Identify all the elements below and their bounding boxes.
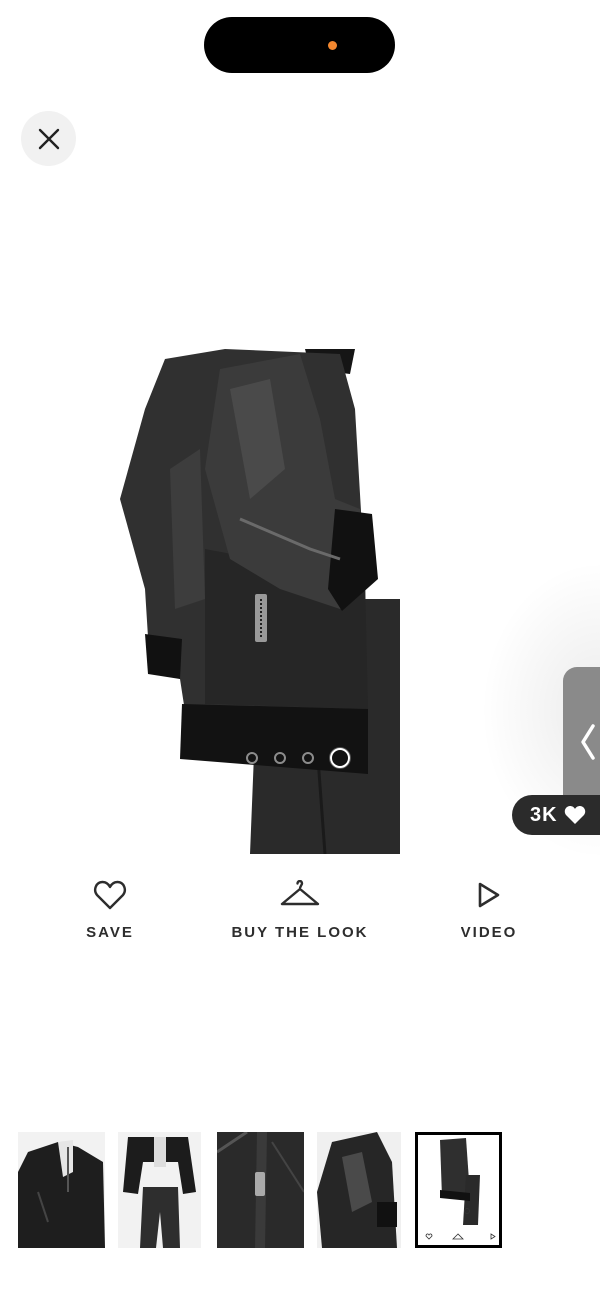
play-icon (478, 882, 500, 908)
save-button[interactable]: SAVE (82, 880, 138, 938)
pagination-dot[interactable] (302, 752, 314, 764)
buy-the-look-label: BUY THE LOOK (231, 924, 369, 938)
close-button[interactable] (21, 111, 76, 166)
likes-badge[interactable]: 3K (512, 795, 600, 835)
video-button[interactable]: VIDEO (455, 880, 523, 938)
pagination-dot[interactable] (274, 752, 286, 764)
action-bar: SAVE BUY THE LOOK VIDEO (0, 880, 600, 960)
pagination-dot[interactable] (246, 752, 258, 764)
pagination-dot-active[interactable] (330, 748, 350, 768)
close-icon (38, 128, 59, 149)
thumbnail-1[interactable] (18, 1132, 105, 1248)
product-image[interactable] (110, 349, 410, 854)
heart-icon (94, 880, 126, 910)
jacket-illustration (120, 349, 400, 854)
save-label: SAVE (86, 924, 134, 938)
buy-the-look-button[interactable]: BUY THE LOOK (220, 880, 380, 938)
video-label: VIDEO (460, 924, 518, 938)
recording-indicator-icon (328, 41, 337, 50)
hanger-icon (280, 880, 320, 906)
gallery-pagination (246, 748, 350, 768)
chevron-left-icon (581, 724, 595, 760)
thumbnail-4[interactable] (317, 1132, 401, 1248)
thumbnail-2[interactable] (118, 1132, 201, 1248)
thumbnail-strip (18, 1132, 518, 1249)
heart-icon (564, 806, 585, 824)
status-notch (204, 17, 395, 73)
thumbnail-3[interactable] (217, 1132, 304, 1248)
thumbnail-5-active[interactable] (415, 1132, 502, 1248)
likes-count: 3K (530, 803, 558, 826)
